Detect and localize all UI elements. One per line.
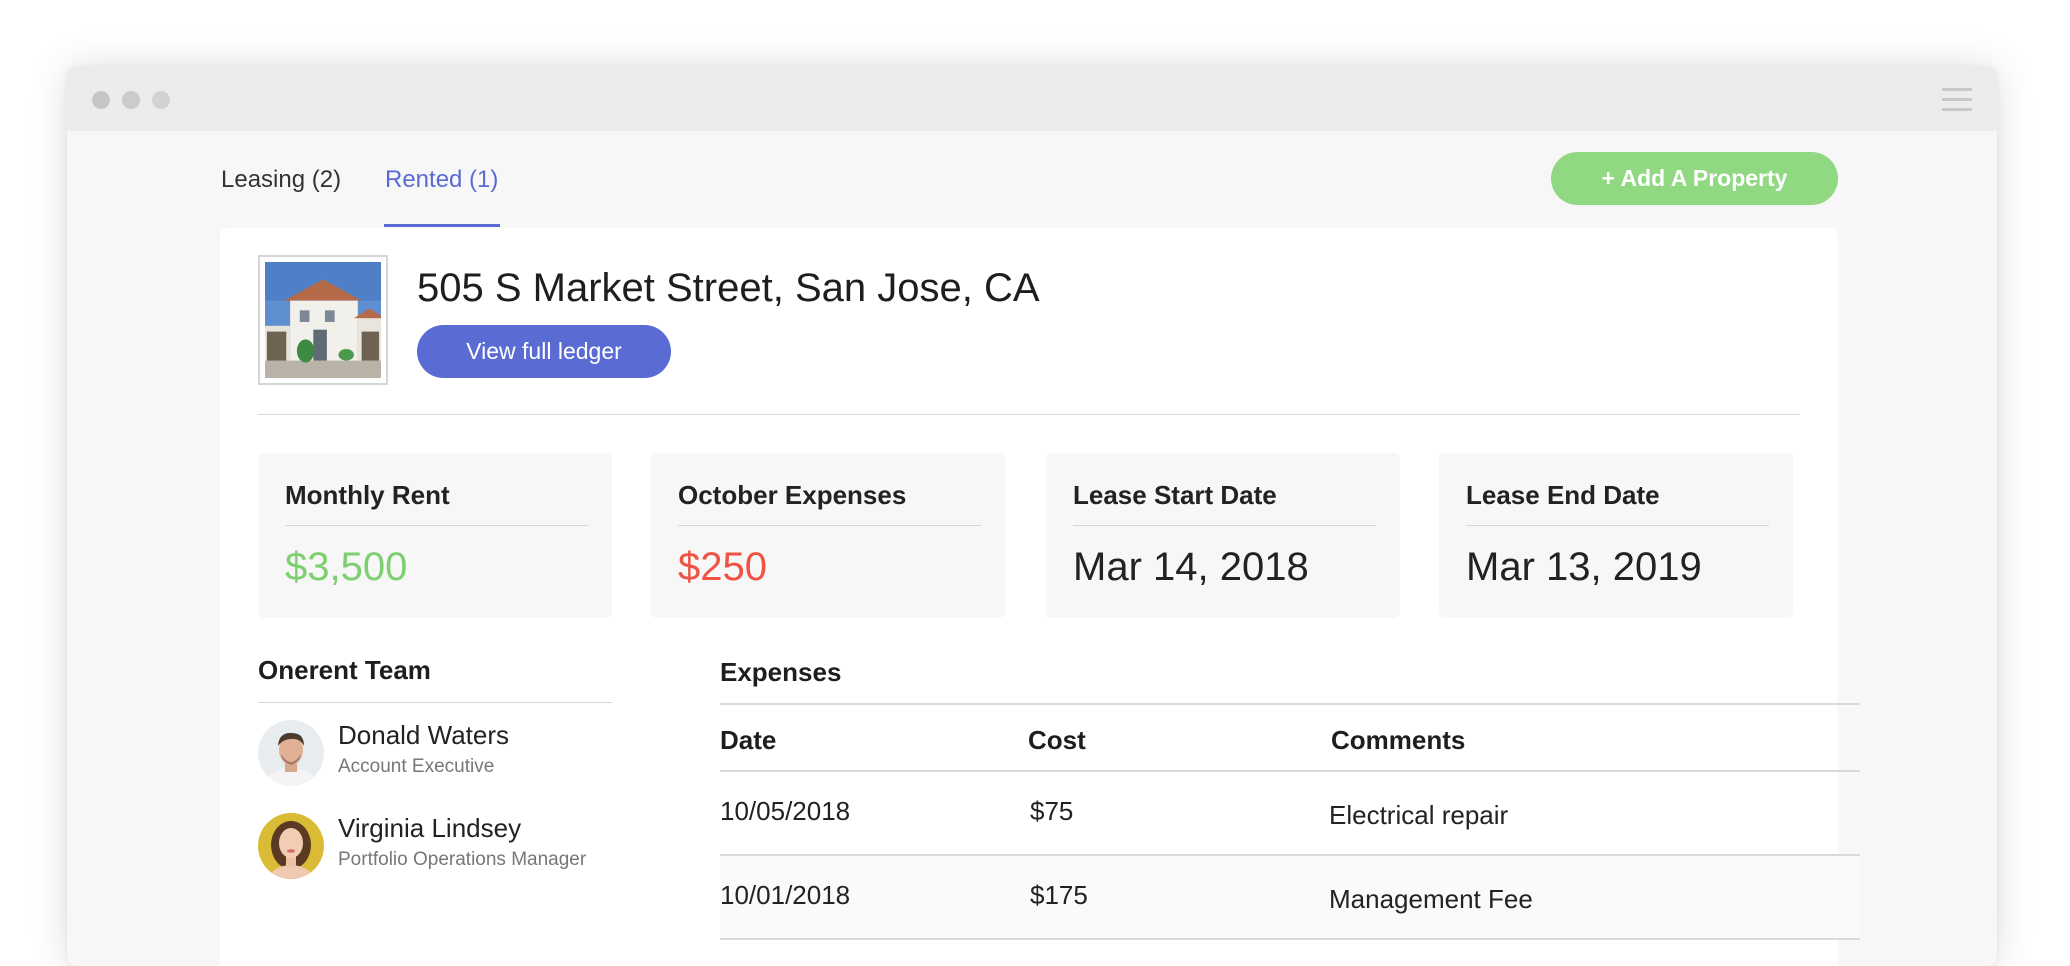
member-role: Account Executive [338,756,495,777]
stat-lease-end: Lease End Date Mar 13, 2019 [1439,453,1793,618]
stat-october-expenses: October Expenses $250 [651,453,1005,618]
divider [720,938,1860,940]
tab-rented[interactable]: Rented (1) [385,166,498,194]
divider [285,525,588,526]
member-name: Virginia Lindsey [338,813,522,843]
window-maximize-dot-icon[interactable] [152,91,170,109]
cell-cost: $75 [1030,796,1074,826]
view-ledger-button[interactable]: View full ledger [417,325,671,378]
cell-comment: Electrical repair [1329,800,1509,830]
divider [1466,525,1769,526]
team-member: Virginia Lindsey Portfolio Operations Ma… [258,813,618,883]
house-photo-icon [265,262,381,378]
cell-date: 10/05/2018 [720,796,851,826]
stat-value: $250 [678,545,767,589]
window-close-dot-icon[interactable] [92,91,110,109]
member-role: Portfolio Operations Manager [338,849,587,870]
divider [720,703,1860,705]
stat-value: $3,500 [285,545,408,589]
avatar [258,813,324,879]
property-card: 505 S Market Street, San Jose, CA View f… [220,228,1860,966]
stat-label: Lease End Date [1466,480,1660,510]
window-minimize-dot-icon[interactable] [122,91,140,109]
stat-monthly-rent: Monthly Rent $3,500 [258,453,612,618]
expenses-title: Expenses [720,657,842,687]
member-name: Donald Waters [338,720,509,750]
divider [678,525,981,526]
stat-label: Monthly Rent [285,480,450,510]
table-row: 10/01/2018 $175 Management Fee [720,856,1860,938]
cell-comment: Management Fee [1329,884,1533,914]
property-thumbnail[interactable] [258,255,388,385]
divider [258,414,1800,415]
stat-value: Mar 13, 2019 [1466,545,1702,589]
team-title: Onerent Team [258,655,431,685]
window-titlebar [67,66,1997,131]
browser-window: Leasing (2) Rented (1) + Add A Property [67,66,1997,966]
divider [1073,525,1376,526]
tab-leasing[interactable]: Leasing (2) [221,166,341,194]
add-property-button[interactable]: + Add A Property [1551,152,1838,205]
cell-cost: $175 [1030,880,1088,910]
property-address: 505 S Market Street, San Jose, CA [417,266,1040,310]
cell-date: 10/01/2018 [720,880,851,910]
stat-lease-start: Lease Start Date Mar 14, 2018 [1046,453,1400,618]
avatar [258,720,324,786]
column-header-date: Date [720,725,777,755]
divider [258,702,612,703]
stat-value: Mar 14, 2018 [1073,545,1309,589]
team-member: Donald Waters Account Executive [258,720,618,790]
stat-label: October Expenses [678,480,907,510]
active-tab-indicator [384,224,500,227]
hamburger-menu-icon[interactable] [1942,88,1972,112]
stat-label: Lease Start Date [1073,480,1277,510]
table-row: 10/05/2018 $75 Electrical repair [720,772,1860,854]
column-header-cost: Cost [1028,725,1086,755]
column-header-comments: Comments [1331,725,1466,755]
